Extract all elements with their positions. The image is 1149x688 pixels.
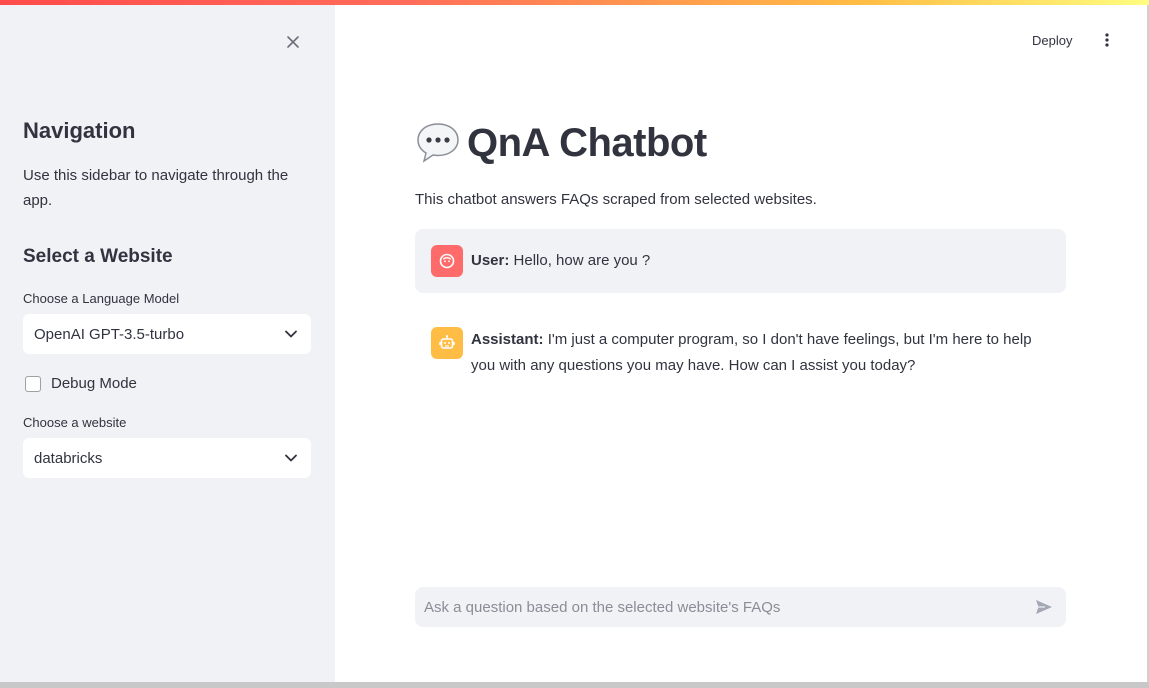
chat-message-body: User: Hello, how are you ? [471, 248, 650, 277]
page-caption: This chatbot answers FAQs scraped from s… [415, 191, 817, 208]
website-select-value: databricks [34, 449, 103, 467]
debug-mode-label: Debug Mode [51, 375, 137, 392]
chat-input[interactable] [424, 598, 1032, 616]
model-select-label: Choose a Language Model [23, 291, 180, 306]
sidebar-title: Navigation [23, 118, 136, 143]
debug-mode-checkbox-row[interactable]: Debug Mode [25, 375, 137, 392]
model-select-value: OpenAI GPT-3.5-turbo [34, 325, 185, 343]
sidebar: Navigation Use this sidebar to navigate … [0, 5, 335, 682]
speech-bubble-icon [417, 123, 459, 163]
assistant-avatar [431, 327, 463, 359]
message-role: Assistant: [471, 331, 544, 348]
model-select[interactable]: OpenAI GPT-3.5-turbo [23, 314, 311, 354]
sidebar-description: Use this sidebar to navigate through the… [23, 167, 289, 209]
user-avatar [431, 245, 463, 277]
sidebar-subtitle: Select a Website [23, 246, 173, 267]
send-button[interactable] [1032, 595, 1056, 619]
more-vertical-icon [1105, 33, 1109, 47]
chat-message-user: User: Hello, how are you ? [415, 229, 1066, 293]
chat-message-body: Assistant: I'm just a computer program, … [471, 327, 1050, 375]
chevron-down-icon [283, 450, 299, 466]
message-text: I'm just a computer program, so I don't … [471, 331, 1032, 374]
page-title-text: QnA Chatbot [467, 120, 707, 165]
website-select[interactable]: databricks [23, 438, 311, 478]
message-text: Hello, how are you ? [513, 252, 651, 269]
deploy-button[interactable]: Deploy [1028, 30, 1076, 51]
debug-mode-checkbox[interactable] [25, 375, 41, 392]
main-content: Deploy QnA Chatbot This chatbot answers … [335, 5, 1147, 682]
message-role: User: [471, 252, 510, 269]
window-bottom-edge [0, 682, 1149, 688]
close-icon [287, 36, 299, 48]
user-face-icon [439, 253, 455, 269]
page-title: QnA Chatbot [415, 120, 707, 166]
website-select-label: Choose a website [23, 415, 127, 430]
chat-input-container [415, 587, 1066, 627]
chevron-down-icon [283, 326, 299, 342]
main-menu-button[interactable] [1097, 30, 1117, 50]
send-icon [1036, 600, 1052, 614]
chat-message-assistant: Assistant: I'm just a computer program, … [415, 311, 1066, 391]
robot-face-icon [439, 335, 455, 349]
close-sidebar-button[interactable] [281, 30, 305, 54]
